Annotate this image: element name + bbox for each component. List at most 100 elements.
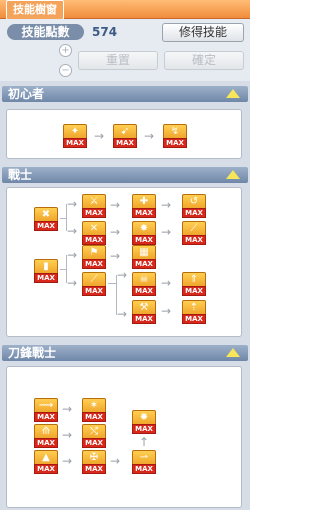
max-badge: MAX xyxy=(34,464,58,474)
skill-icon[interactable]: ↯ MAX xyxy=(163,124,187,148)
skill-icon[interactable]: ✕ MAX xyxy=(82,221,106,245)
skill-glyph-icon: ⇡ xyxy=(189,302,199,313)
arrow-right-icon: → xyxy=(67,248,78,262)
minus-icon[interactable]: − xyxy=(59,64,72,77)
skill-icon[interactable]: ↺ MAX xyxy=(182,194,206,218)
reset-button[interactable]: 重置 xyxy=(78,51,158,70)
plus-icon[interactable]: + xyxy=(59,44,72,57)
skill-icon[interactable]: ▮ MAX xyxy=(34,259,58,283)
max-badge: MAX xyxy=(82,208,106,218)
skill-icon[interactable]: ⟰ MAX xyxy=(34,424,58,448)
skill-icon[interactable]: ✚ MAX xyxy=(132,194,156,218)
arrow-right-icon: → xyxy=(161,304,172,318)
section-title: 初心者 xyxy=(8,87,45,101)
skill-glyph-icon: ⟰ xyxy=(41,426,51,437)
arrow-right-icon: → xyxy=(67,276,78,290)
skill-glyph-icon: ⟋ xyxy=(190,223,198,234)
skill-glyph-icon: ⚔ xyxy=(89,196,99,207)
skill-glyph-icon: ✶ xyxy=(89,400,99,411)
skill-glyph-icon: ↯ xyxy=(170,126,180,137)
max-badge: MAX xyxy=(132,424,156,434)
max-badge: MAX xyxy=(132,314,156,324)
max-badge: MAX xyxy=(34,438,58,448)
skill-points-header: 技能點數 574 修得技能 + − 重置 確定 xyxy=(0,19,250,81)
skill-glyph-icon: ⚒ xyxy=(139,302,149,313)
skill-icon[interactable]: ✸ MAX xyxy=(132,221,156,245)
section-header-blade-warrior[interactable]: 刀鋒戰士 xyxy=(2,345,248,361)
skill-glyph-icon: ☠ xyxy=(139,274,149,285)
max-badge: MAX xyxy=(34,273,58,283)
max-badge: MAX xyxy=(82,464,106,474)
skill-glyph-icon: ⇀ xyxy=(139,452,149,463)
arrow-right-icon: → xyxy=(62,402,73,416)
skill-icon[interactable]: ☠ MAX xyxy=(132,272,156,296)
max-badge: MAX xyxy=(182,314,206,324)
skill-icon[interactable]: ⟿ MAX xyxy=(34,398,58,422)
relearn-skill-button[interactable]: 修得技能 xyxy=(162,23,244,42)
skill-icon[interactable]: ⤭ MAX xyxy=(82,424,106,448)
skill-icon[interactable]: ✠ MAX xyxy=(82,450,106,474)
arrow-right-icon: → xyxy=(62,428,73,442)
section-header-warrior[interactable]: 戰士 xyxy=(2,167,248,183)
skill-icon[interactable]: ⚑ MAX xyxy=(82,245,106,269)
triangle-up-icon[interactable] xyxy=(226,170,240,179)
skill-icon[interactable]: ⇑ MAX xyxy=(182,272,206,296)
max-badge: MAX xyxy=(34,412,58,422)
max-badge: MAX xyxy=(182,208,206,218)
skill-glyph-icon: ↺ xyxy=(189,196,199,207)
skill-icon[interactable]: ⟋ MAX xyxy=(82,272,106,296)
skill-glyph-icon: ✦ xyxy=(70,126,80,137)
skill-icon[interactable]: ➹ MAX xyxy=(113,124,137,148)
skill-icon[interactable]: ⟋ MAX xyxy=(182,221,206,245)
triangle-up-icon[interactable] xyxy=(226,89,240,98)
skill-icon[interactable]: ✦ MAX xyxy=(63,124,87,148)
arrow-right-icon: → xyxy=(117,307,128,321)
skill-icon[interactable]: ✹ MAX xyxy=(132,410,156,434)
connector-line xyxy=(108,283,116,284)
skill-tree-window: 技能樹窗 技能點數 574 修得技能 + − 重置 確定 初心者 戰士 刀鋒戰士… xyxy=(0,0,250,510)
max-badge: MAX xyxy=(132,259,156,269)
max-badge: MAX xyxy=(132,235,156,245)
skill-glyph-icon: ▮ xyxy=(43,261,49,272)
skill-points-value: 574 xyxy=(92,25,118,39)
arrow-right-icon: → xyxy=(94,129,105,143)
arrow-right-icon: → xyxy=(110,454,121,468)
skill-glyph-icon: ▦ xyxy=(139,247,149,258)
arrow-up-icon: ↑ xyxy=(139,435,150,449)
section-header-novice[interactable]: 初心者 xyxy=(2,86,248,102)
skill-icon[interactable]: ⇀ MAX xyxy=(132,450,156,474)
title-bar[interactable]: 技能樹窗 xyxy=(0,0,250,20)
skill-glyph-icon: ▲ xyxy=(42,452,50,463)
max-badge: MAX xyxy=(82,438,106,448)
skill-glyph-icon: ✸ xyxy=(139,223,149,234)
skill-glyph-icon: ✹ xyxy=(139,412,149,423)
arrow-right-icon: → xyxy=(67,197,78,211)
arrow-right-icon: → xyxy=(110,198,121,212)
skill-icon[interactable]: ⇡ MAX xyxy=(182,300,206,324)
skill-icon[interactable]: ▦ MAX xyxy=(132,245,156,269)
max-badge: MAX xyxy=(132,464,156,474)
section-title: 刀鋒戰士 xyxy=(8,346,57,360)
skill-glyph-icon: ⚑ xyxy=(89,247,99,258)
max-badge: MAX xyxy=(34,221,58,231)
max-badge: MAX xyxy=(82,412,106,422)
skill-glyph-icon: ⟋ xyxy=(90,274,98,285)
window-title: 技能樹窗 xyxy=(6,0,64,20)
confirm-button[interactable]: 確定 xyxy=(164,51,244,70)
skill-icon[interactable]: ⚔ MAX xyxy=(82,194,106,218)
triangle-up-icon[interactable] xyxy=(226,348,240,357)
max-badge: MAX xyxy=(82,259,106,269)
skill-icon[interactable]: ▲ MAX xyxy=(34,450,58,474)
skill-glyph-icon: ✠ xyxy=(89,452,99,463)
arrow-right-icon: → xyxy=(144,129,155,143)
skill-icon[interactable]: ✖ MAX xyxy=(34,207,58,231)
skill-glyph-icon: ➹ xyxy=(120,126,130,137)
arrow-right-icon: → xyxy=(161,198,172,212)
skill-icon[interactable]: ✶ MAX xyxy=(82,398,106,422)
skill-icon[interactable]: ⚒ MAX xyxy=(132,300,156,324)
max-badge: MAX xyxy=(113,138,137,148)
section-title: 戰士 xyxy=(8,168,33,182)
max-badge: MAX xyxy=(182,235,206,245)
max-badge: MAX xyxy=(182,286,206,296)
skill-glyph-icon: ⟿ xyxy=(38,400,54,411)
